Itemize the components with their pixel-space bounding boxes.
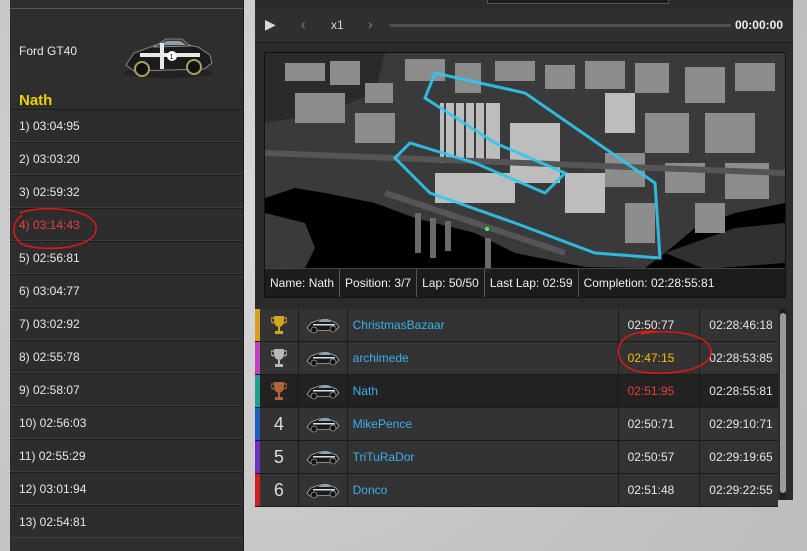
lap-item[interactable]: 6) 03:04:77 [10, 274, 243, 307]
position-number: 5 [260, 441, 299, 473]
car-thumbnail-icon [299, 441, 348, 473]
info-lap: Lap: 50/50 [417, 269, 485, 297]
lap-panel: Ford GT40 1 Nath 1) 03:04:95 2) 03:03:20 3… [10, 0, 244, 551]
car-thumbnail-icon [299, 375, 348, 407]
best-lap-time: 02:47:15 [619, 342, 701, 374]
lap-item[interactable]: 4) 03:14:43 [10, 208, 243, 241]
trophy-icon [260, 342, 299, 374]
lap-item[interactable]: 10) 02:56:03 [10, 406, 243, 439]
trophy-icon [260, 375, 299, 407]
info-completion: Completion: 02:28:55:81 [583, 276, 715, 290]
lap-item[interactable]: 7) 03:02:92 [10, 307, 243, 340]
replay-panel: ▶ ‹ x1 › 00:00:00 Name: Nath Position: 3… [255, 0, 793, 507]
city-map [265, 53, 785, 273]
total-time: 02:29:22:55 [709, 483, 773, 497]
lap-item[interactable]: 9) 02:58:07 [10, 373, 243, 406]
player-name[interactable]: Nath [348, 375, 619, 407]
lap-item[interactable]: 12) 03:01:94 [10, 472, 243, 505]
leaderboard-row[interactable]: ChristmasBazaar 02:50:77 02:28:46:18 [255, 309, 778, 342]
speed-button[interactable]: x1 [331, 18, 344, 32]
lap-item[interactable]: 1) 03:04:95 [10, 109, 243, 142]
car-thumbnail-icon [299, 408, 348, 440]
best-lap-time: 02:50:77 [619, 309, 701, 341]
best-lap-time: 02:51:95 [619, 375, 701, 407]
play-icon[interactable]: ▶ [265, 16, 276, 33]
previous-icon[interactable]: ‹ [301, 16, 306, 32]
car-header: Ford GT40 1 [10, 9, 243, 89]
top-tab [487, 0, 669, 4]
replay-time: 00:00:00 [734, 18, 783, 32]
car-name: Ford GT40 [19, 44, 78, 58]
track-map[interactable]: Name: Nath Position: 3/7 Lap: 50/50 Last… [264, 52, 786, 298]
leaderboard-row[interactable]: Nath 02:51:95 02:28:55:81 [255, 375, 778, 408]
lap-list: 1) 03:04:95 2) 03:03:20 3) 02:59:32 4) 03:1… [10, 109, 243, 538]
info-last-lap: Last Lap: 02:59 [485, 269, 579, 297]
player-name[interactable]: TriTuRaDor [348, 441, 619, 473]
best-lap-time: 02:50:57 [619, 441, 701, 473]
total-time: 02:29:10:71 [709, 417, 773, 431]
total-time: 02:28:46:18 [709, 318, 773, 332]
player-name[interactable]: MikePence [348, 408, 619, 440]
lap-item[interactable]: 11) 02:55:29 [10, 439, 243, 472]
timeline-slider[interactable] [389, 24, 731, 27]
player-name[interactable]: ChristmasBazaar [348, 309, 619, 341]
best-lap-time: 02:51:48 [619, 474, 701, 506]
lap-item[interactable]: 5) 02:56:81 [10, 241, 243, 274]
leaderboard: ChristmasBazaar 02:50:77 02:28:46:18 archim… [255, 309, 778, 507]
leaderboard-row[interactable]: 6 Donco 02:51:48 02:29:22:55 [255, 474, 778, 507]
player-name[interactable]: Donco [348, 474, 619, 506]
car-thumbnail-icon [299, 342, 348, 374]
info-position: Position: 3/7 [340, 269, 418, 297]
svg-text:1: 1 [170, 54, 174, 61]
leaderboard-row[interactable]: 4 MikePence 02:50:71 02:29:10:71 [255, 408, 778, 441]
next-icon[interactable]: › [368, 16, 373, 32]
lap-item[interactable]: 3) 02:59:32 [10, 175, 243, 208]
leaderboard-row[interactable]: archimede 02:47:15 02:28:53:85 [255, 342, 778, 375]
total-time: 02:28:55:81 [709, 384, 773, 398]
best-lap-time: 02:50:71 [619, 408, 701, 440]
total-time: 02:29:19:65 [709, 450, 773, 464]
trophy-icon [260, 309, 299, 341]
position-number: 6 [260, 474, 299, 506]
car-thumbnail-icon [299, 309, 348, 341]
lap-item[interactable]: 13) 02:54:81 [10, 505, 243, 538]
lap-item[interactable]: 2) 03:03:20 [10, 142, 243, 175]
panel-top-divider [10, 0, 243, 9]
scrollbar-thumb[interactable] [780, 313, 786, 493]
leaderboard-row[interactable]: 5 TriTuRaDor 02:50:57 02:29:19:65 [255, 441, 778, 474]
total-time: 02:28:53:85 [709, 351, 773, 365]
race-car-icon: 1 [124, 38, 213, 78]
replay-controls: ▶ ‹ x1 › 00:00:00 [255, 8, 793, 43]
driver-info-bar: Name: Nath Position: 3/7 Lap: 50/50 Last… [265, 268, 785, 297]
car-thumbnail-icon [299, 474, 348, 506]
info-name: Name: Nath [265, 269, 341, 297]
position-number: 4 [260, 408, 299, 440]
player-name[interactable]: archimede [348, 342, 619, 374]
driver-name: Nath [19, 92, 53, 109]
leaderboard-scrollbar[interactable] [780, 309, 786, 499]
lap-item[interactable]: 8) 02:55:78 [10, 340, 243, 373]
